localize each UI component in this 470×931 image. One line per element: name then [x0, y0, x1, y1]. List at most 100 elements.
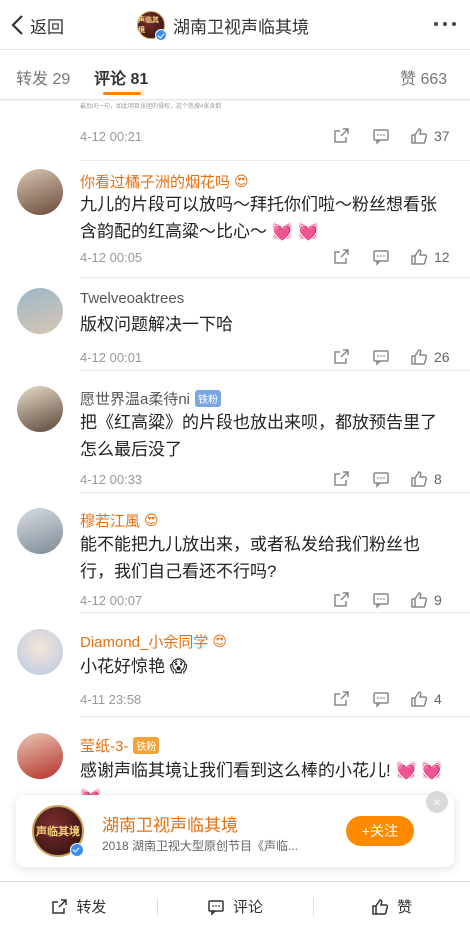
comment-time: 4-11 23:58: [80, 691, 142, 707]
comment-meta: 4-12 00:21 37: [80, 125, 452, 147]
comment-time: 4-12 00:07: [80, 592, 143, 608]
card-description: 2018 湖南卫视大型原创节目《声临...: [102, 839, 299, 853]
comment-item: 最后问一句，如此明目张胆的侵权，这个热搜#张含韵 4-12 00:21 37: [0, 101, 470, 161]
card-account-name: 湖南卫视声临其境: [102, 816, 238, 835]
thumb-up-icon: [411, 592, 428, 608]
comment-author[interactable]: Twelveoaktrees: [80, 290, 184, 307]
comment-time: 4-12 00:33: [80, 471, 143, 487]
avatar[interactable]: [17, 733, 63, 779]
comment-icon[interactable]: [372, 591, 390, 609]
comment-item: Diamond_小余同学 😍 小花好惊艳 😱 4-11 23:58 4: [0, 613, 470, 717]
comment-text: 能不能把九儿放出来，或者私发给我们粉丝也行，我们自己看还不行吗?: [80, 535, 420, 581]
avatar[interactable]: [17, 508, 63, 554]
top-bar: 返回 声临其境 湖南卫视声临其境: [0, 0, 470, 50]
like-button[interactable]: 9: [410, 591, 452, 609]
tab-comments[interactable]: 评论 81: [94, 65, 148, 89]
repost-button[interactable]: 转发: [0, 882, 157, 931]
tab-likes[interactable]: 赞 663: [400, 65, 447, 89]
repost-label: 转发: [76, 899, 107, 916]
comment-meta: 4-12 00:07 9: [80, 589, 452, 611]
like-count: 9: [434, 592, 442, 608]
like-button[interactable]: 12: [410, 248, 452, 266]
share-icon[interactable]: [332, 248, 350, 266]
comment-text: 九儿的片段可以放吗～拜托你们啦～粉丝想看张含韵配的红高粱～比心～ 💓 💓: [80, 195, 437, 241]
share-icon[interactable]: [332, 690, 350, 708]
avatar[interactable]: [17, 629, 63, 675]
share-icon[interactable]: [332, 348, 350, 366]
comment-meta: 4-12 00:33 8: [80, 468, 452, 490]
tab-bar: 转发 29 评论 81 赞 663: [0, 50, 470, 100]
comment-item: 穆若江風 😍 能不能把九儿放出来，或者私发给我们粉丝也行，我们自己看还不行吗? 4…: [0, 493, 470, 613]
account-logo: 声临其境: [137, 11, 167, 41]
comment-icon[interactable]: [372, 470, 390, 488]
comment-text: 小花好惊艳 😱: [80, 657, 188, 676]
share-icon[interactable]: [332, 127, 350, 145]
active-tab-indicator: [103, 92, 141, 95]
comment-list: 最后问一句，如此明目张胆的侵权，这个热搜#张含韵 4-12 00:21 37 你…: [0, 101, 470, 881]
like-count: 37: [434, 128, 450, 144]
account-title[interactable]: 声临其境 湖南卫视声临其境: [137, 8, 309, 42]
truncated-text: 最后问一句，如此明目张胆的侵权，这个热搜#张含韵: [80, 104, 222, 110]
fan-badge: 铁粉: [195, 390, 222, 407]
fan-badge: 铁粉: [133, 737, 160, 754]
thumb-up-icon: [411, 349, 428, 365]
comment-time: 4-12 00:21: [80, 128, 143, 144]
follow-button[interactable]: +关注: [346, 816, 414, 846]
like-label: 赞: [397, 899, 413, 916]
like-button[interactable]: 26: [410, 348, 452, 366]
comment-button[interactable]: 评论: [156, 882, 314, 931]
like-count: 4: [434, 691, 442, 707]
more-options-icon[interactable]: [434, 22, 456, 26]
like-button[interactable]: 赞: [313, 882, 470, 931]
comment-text: 把《红高粱》的片段也放出来呗，都放预告里了怎么最后没了: [80, 413, 437, 459]
like-count: 12: [434, 249, 450, 265]
thumb-up-icon: [372, 898, 389, 915]
comment-author[interactable]: 莹纸-3- 铁粉: [80, 735, 160, 756]
like-button[interactable]: 37: [410, 127, 452, 145]
comment-author[interactable]: 愿世界温a柔待ni 铁粉: [80, 388, 222, 409]
page-title: 湖南卫视声临其境: [173, 17, 309, 37]
share-icon[interactable]: [332, 591, 350, 609]
comment-meta: 4-12 00:05 12: [80, 246, 452, 268]
comment-time: 4-12 00:05: [80, 249, 143, 265]
comment-item: 你看过橘子洲的烟花吗 😍 九儿的片段可以放吗～拜托你们啦～粉丝想看张含韵配的红高粱…: [0, 161, 470, 278]
comment-item: 愿世界温a柔待ni 铁粉 把《红高粱》的片段也放出来呗，都放预告里了怎么最后没了 …: [0, 371, 470, 493]
card-logo-text: 声临其境: [36, 826, 80, 838]
follow-card[interactable]: × 声临其境 湖南卫视声临其境 2018 湖南卫视大型原创节目《声临... +关…: [16, 791, 454, 867]
verified-icon: [70, 843, 84, 857]
comment-meta: 4-12 00:01 26: [80, 346, 452, 368]
share-icon: [52, 898, 68, 914]
share-icon[interactable]: [332, 470, 350, 488]
back-label: 返回: [30, 17, 64, 37]
avatar[interactable]: [17, 386, 63, 432]
comment-author[interactable]: 你看过橘子洲的烟花吗 😍: [80, 171, 249, 192]
comment-author[interactable]: 穆若江風 😍: [80, 510, 159, 531]
bottom-action-bar: 转发 评论 赞: [0, 881, 470, 931]
comment-icon[interactable]: [372, 690, 390, 708]
verified-icon: [155, 29, 167, 41]
thumb-up-icon: [411, 128, 428, 144]
comment-icon[interactable]: [372, 248, 390, 266]
thumb-up-icon: [411, 691, 428, 707]
comment-text: 版权问题解决一下哈: [80, 315, 233, 334]
close-icon[interactable]: ×: [426, 791, 448, 813]
like-count: 26: [434, 349, 450, 365]
avatar[interactable]: [17, 288, 63, 334]
comment-icon[interactable]: [372, 348, 390, 366]
comment-icon: [208, 899, 224, 916]
comment-item: Twelveoaktrees 版权问题解决一下哈 4-12 00:01 26: [0, 278, 470, 371]
like-button[interactable]: 4: [410, 690, 452, 708]
like-button[interactable]: 8: [410, 470, 452, 488]
thumb-up-icon: [411, 249, 428, 265]
chevron-left-icon: [11, 15, 23, 35]
thumb-up-icon: [411, 471, 428, 487]
comment-author[interactable]: Diamond_小余同学 😍: [80, 631, 227, 652]
card-logo: 声临其境: [32, 805, 84, 857]
comment-meta: 4-11 23:58 4: [80, 688, 452, 710]
like-count: 8: [434, 471, 442, 487]
back-button[interactable]: 返回: [10, 12, 64, 38]
tab-repost[interactable]: 转发 29: [16, 65, 70, 89]
avatar[interactable]: [17, 169, 63, 215]
comment-icon[interactable]: [372, 127, 390, 145]
comment-time: 4-12 00:01: [80, 349, 143, 365]
